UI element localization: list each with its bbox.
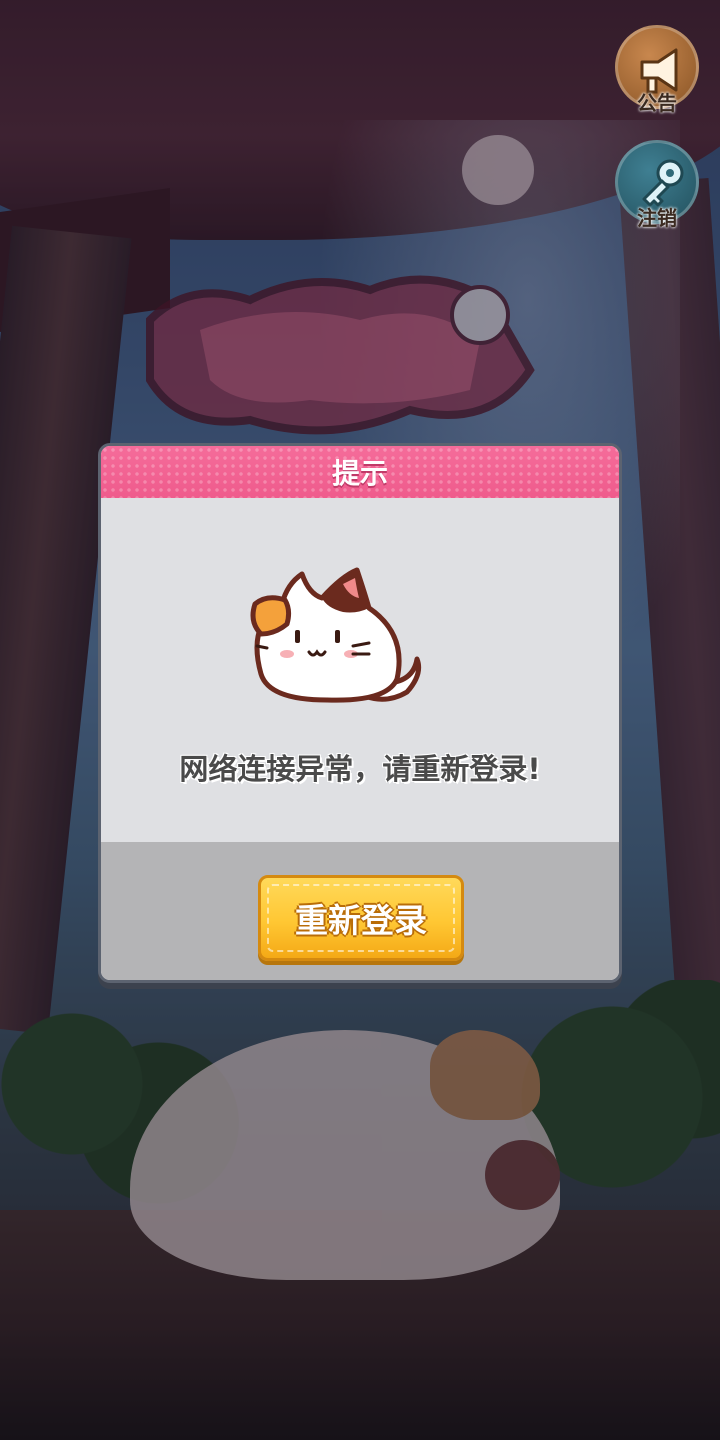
logout-button[interactable]: 注销 [615,140,699,230]
dialog-body: 网络连接异常，请重新登录! [101,498,619,842]
alert-dialog: 提示 网络连接异常，请重新登录! 重新登录 [98,443,622,983]
notice-label: 公告 [637,91,677,115]
dialog-message: 网络连接异常，请重新登录! [179,752,541,786]
dialog-header: 提示 [101,446,619,498]
dialog-title: 提示 [331,457,388,490]
cat-mascot-illustration [250,567,422,703]
relogin-button-label: 重新登录 [295,901,427,940]
notice-button[interactable]: 公告 [615,25,699,115]
logout-label: 注销 [637,206,677,230]
relogin-button[interactable]: 重新登录 [258,875,464,961]
